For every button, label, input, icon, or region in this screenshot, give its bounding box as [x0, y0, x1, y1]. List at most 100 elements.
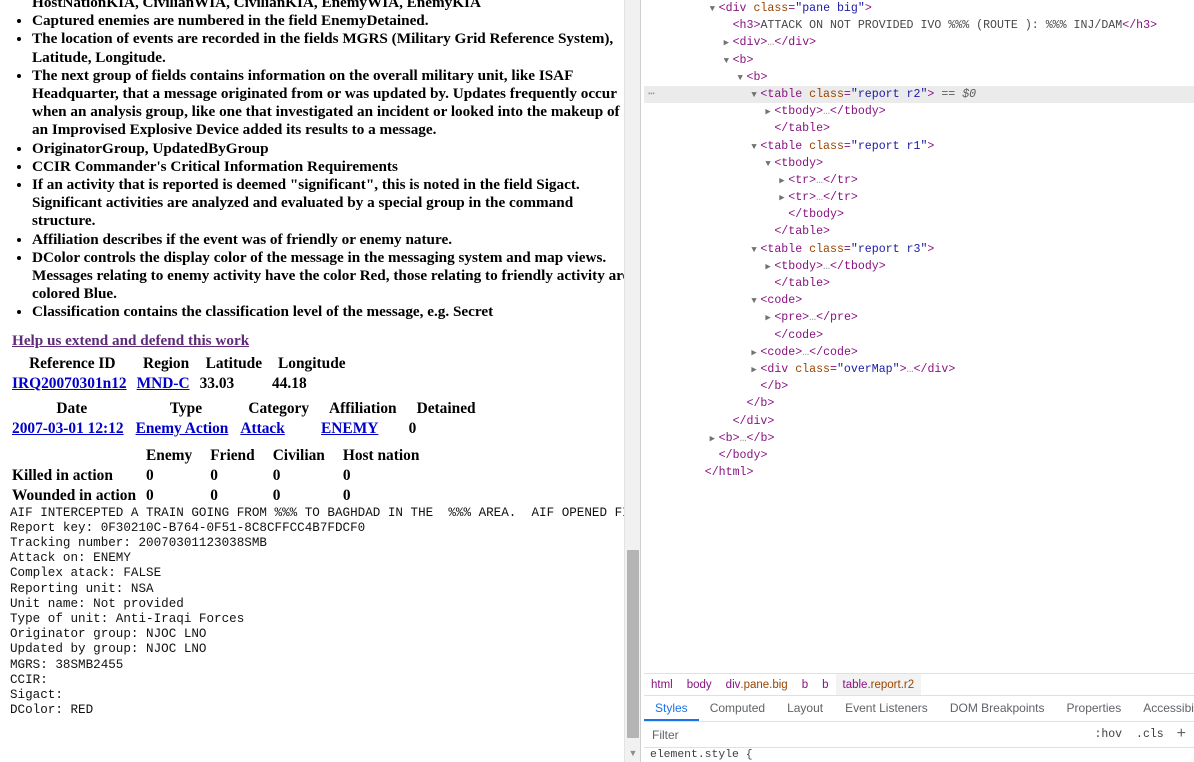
- th-category: Category: [248, 399, 310, 417]
- dom-tree-row[interactable]: </div>: [644, 413, 1194, 430]
- dom-tree-row[interactable]: </tbody>: [644, 206, 1194, 223]
- table-row-header: Date Type Category Affiliation Detained: [10, 399, 486, 419]
- dom-tree-row[interactable]: <pre>…</pre>: [644, 309, 1194, 326]
- dom-tree-row[interactable]: <h3>ATTACK ON NOT PROVIDED IVO %%% (ROUT…: [644, 17, 1194, 34]
- scroll-down-arrow-icon[interactable]: ▼: [625, 745, 640, 762]
- dom-token-attr: class: [802, 139, 844, 153]
- chevron-down-icon[interactable]: [765, 156, 774, 173]
- category-link[interactable]: Attack: [240, 420, 284, 437]
- breadcrumb-item-table[interactable]: table .report.r2: [835, 674, 922, 695]
- dom-tree-row[interactable]: <b>…</b>: [644, 430, 1194, 447]
- breadcrumb-item-b[interactable]: b: [815, 674, 835, 695]
- dom-tree-row[interactable]: <b>: [644, 52, 1194, 69]
- dom-tree-row[interactable]: <tr>…</tr>: [644, 172, 1194, 189]
- chevron-down-icon[interactable]: [724, 53, 733, 70]
- chevron-right-icon[interactable]: [724, 35, 733, 52]
- dom-token-punc: </: [823, 173, 837, 187]
- dom-tree-row[interactable]: <table class="report r3">: [644, 241, 1194, 258]
- tab-properties[interactable]: Properties: [1056, 696, 1133, 721]
- tab-event-listeners[interactable]: Event Listeners: [834, 696, 939, 721]
- chevron-right-icon[interactable]: [779, 190, 788, 207]
- chevron-right-icon[interactable]: [765, 259, 774, 276]
- dom-token-tag: code: [767, 345, 796, 359]
- dom-token-tag: div: [746, 414, 768, 428]
- dom-tree-row[interactable]: <div class="overMap">…</div>: [644, 361, 1194, 378]
- dom-tree-view[interactable]: <div class="pane big"> <h3>ATTACK ON NOT…: [644, 0, 1194, 673]
- dom-tree-row[interactable]: </table>: [644, 223, 1194, 240]
- cls-toggle-button[interactable]: .cls: [1129, 728, 1171, 741]
- tab-accessibility[interactable]: Accessibility: [1132, 696, 1194, 721]
- date-link[interactable]: 2007-03-01 12:12: [12, 420, 124, 437]
- breadcrumb-item-html[interactable]: html: [644, 674, 680, 695]
- affiliation-link[interactable]: ENEMY: [321, 420, 378, 437]
- dom-tree-row[interactable]: </code>: [644, 327, 1194, 344]
- breadcrumb-item-b[interactable]: b: [795, 674, 815, 695]
- filter-input[interactable]: [644, 722, 1088, 747]
- chevron-right-icon[interactable]: [779, 173, 788, 190]
- page-vertical-scrollbar[interactable]: ▼: [624, 0, 640, 762]
- styles-element-style-rule[interactable]: element.style {: [644, 748, 1194, 762]
- th-detained: Detained: [416, 399, 476, 417]
- wia-civilian: 0: [272, 486, 281, 504]
- devtools-sidebar-tabs[interactable]: Styles Computed Layout Event Listeners DOM B…: [644, 695, 1194, 722]
- chevron-down-icon[interactable]: [738, 70, 747, 87]
- dom-token-punc: </: [704, 466, 719, 480]
- breadcrumb-item-body[interactable]: body: [680, 674, 719, 695]
- dom-tree-row[interactable]: <tbody>…</tbody>: [644, 103, 1194, 120]
- dom-tree-row[interactable]: <div>…</div>: [644, 34, 1194, 51]
- dom-tree-row[interactable]: </b>: [644, 378, 1194, 395]
- chevron-right-icon[interactable]: [710, 431, 719, 448]
- breadcrumb[interactable]: html body div .pane.big b b table .report.r2: [644, 673, 1194, 695]
- dom-tree-row[interactable]: <tr>…</tr>: [644, 189, 1194, 206]
- dom-tree-row[interactable]: </body>: [644, 447, 1194, 464]
- styles-filter-bar[interactable]: :hov .cls +: [644, 722, 1194, 748]
- dom-tree-row[interactable]: </table>: [644, 275, 1194, 292]
- scrollbar-thumb[interactable]: [627, 550, 639, 738]
- hov-toggle-button[interactable]: :hov: [1087, 728, 1129, 741]
- chevron-right-icon[interactable]: [765, 310, 774, 327]
- dom-token-punc: </: [774, 328, 789, 342]
- dom-row-more-icon[interactable]: ⋯: [648, 86, 656, 103]
- dom-tree-row[interactable]: <table class="report r1">: [644, 138, 1194, 155]
- dom-tree-row[interactable]: </html>: [644, 464, 1194, 481]
- dom-tree-row[interactable]: <div class="pane big">: [644, 0, 1194, 17]
- tab-dom-breakpoints[interactable]: DOM Breakpoints: [939, 696, 1056, 721]
- type-link[interactable]: Enemy Action: [136, 420, 229, 437]
- dom-tree-row[interactable]: </table>: [644, 120, 1194, 137]
- cell-latitude: 33.03: [199, 374, 235, 392]
- list-item: Captured enemies are numbered in the fie…: [32, 12, 632, 30]
- region-link[interactable]: MND-C: [137, 375, 190, 392]
- breadcrumb-item-div[interactable]: div .pane.big: [719, 674, 795, 695]
- dom-tree-row[interactable]: <b>: [644, 69, 1194, 86]
- dom-tree-row-selected[interactable]: ⋯ <table class="report r2"> == $0: [644, 85, 1194, 104]
- dom-token-tag: tbody: [781, 259, 817, 273]
- chevron-down-icon[interactable]: [710, 1, 719, 18]
- dom-token-val: "overMap": [836, 362, 900, 376]
- tab-computed[interactable]: Computed: [699, 696, 776, 721]
- dom-token-punc: </: [823, 191, 837, 205]
- dom-token-attr: class: [802, 87, 844, 101]
- dom-tree-row[interactable]: </b>: [644, 395, 1194, 412]
- list-item: Classification contains the classificati…: [32, 303, 632, 321]
- new-style-rule-button[interactable]: +: [1171, 725, 1194, 744]
- chevron-right-icon[interactable]: [765, 104, 774, 121]
- reference-id-link[interactable]: IRQ20070301n12: [12, 375, 127, 392]
- breadcrumb-tag: html: [651, 678, 673, 691]
- help-extend-link[interactable]: Help us extend and defend this work: [12, 332, 249, 350]
- dom-tree-row[interactable]: <tbody>…</tbody>: [644, 258, 1194, 275]
- dom-token-tag: code: [767, 294, 796, 308]
- tab-styles[interactable]: Styles: [644, 696, 699, 721]
- dom-tree-row[interactable]: <code>: [644, 292, 1194, 309]
- tab-layout[interactable]: Layout: [776, 696, 834, 721]
- dom-token-punc: </: [732, 414, 747, 428]
- field-description-list: Captured enemies are numbered in the fie…: [6, 12, 632, 321]
- dom-tree-row[interactable]: <tbody>: [644, 155, 1194, 172]
- dom-tree-row[interactable]: <code>…</code>: [644, 344, 1194, 361]
